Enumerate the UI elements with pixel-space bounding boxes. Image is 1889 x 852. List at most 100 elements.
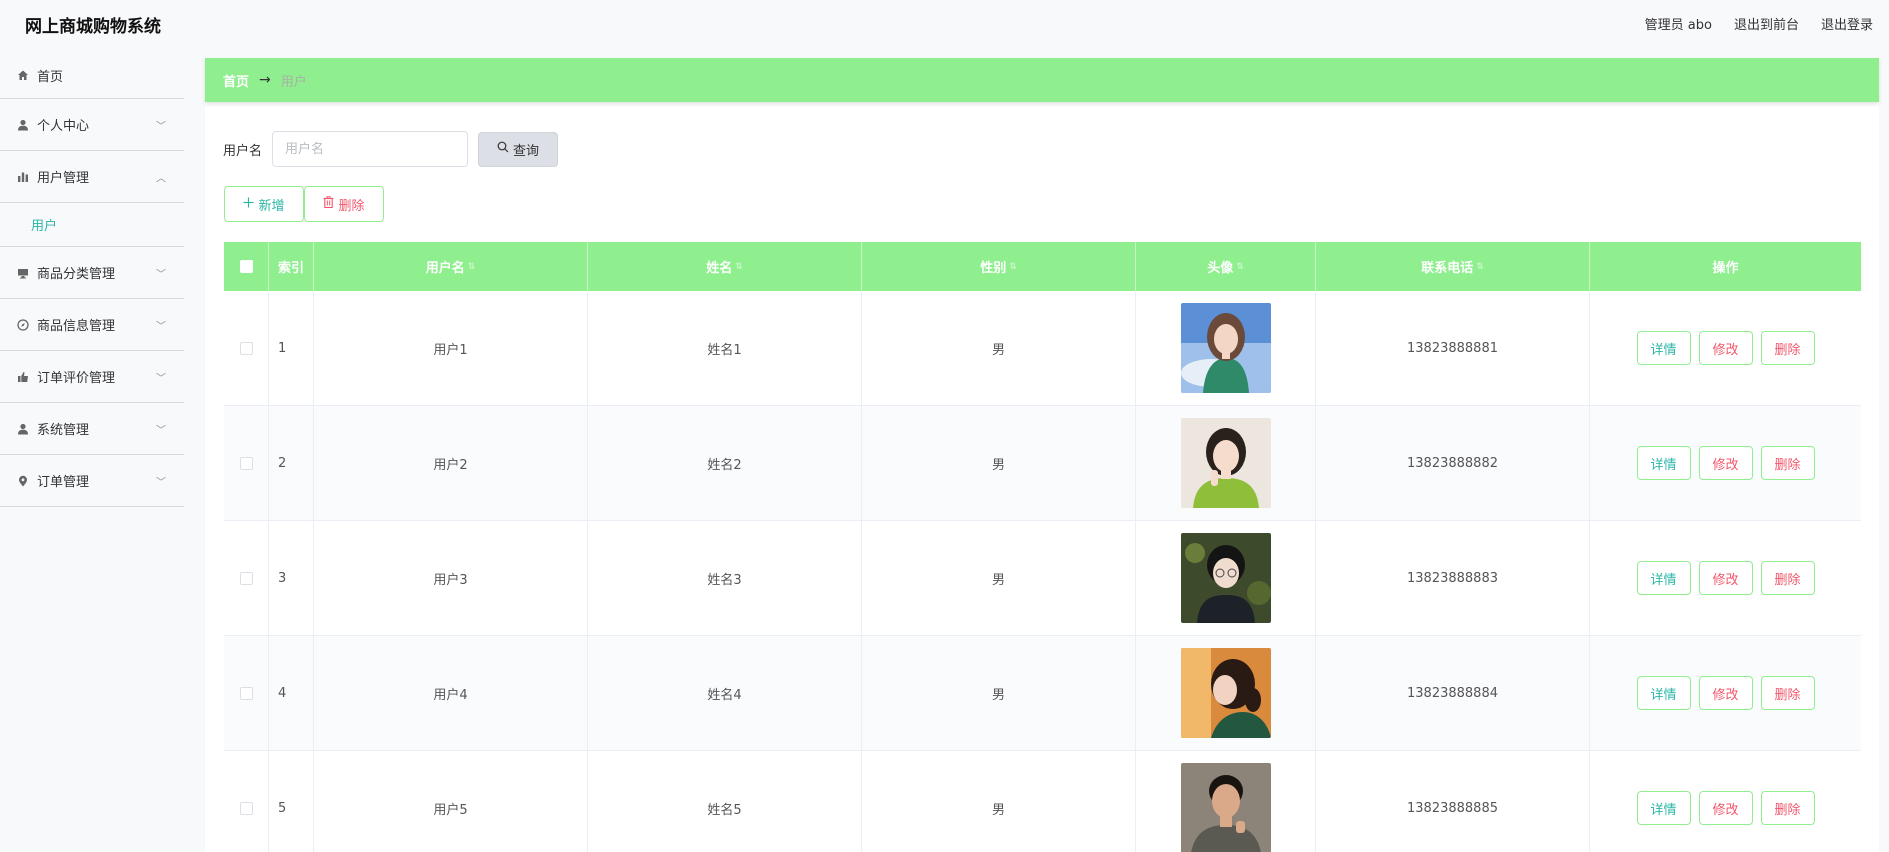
sidebar: 首页 个人中心 ﹀ 用户管理 ︿ 用户 商品分类管理 ﹀ 商品信息管理 ﹀ 订单… xyxy=(0,52,184,507)
select-all-cell xyxy=(224,242,269,291)
detail-button[interactable]: 详情 xyxy=(1636,446,1691,480)
row-phone: 13823888885 xyxy=(1316,751,1590,852)
sidebar-item-personal-center[interactable]: 个人中心 ﹀ xyxy=(0,99,184,151)
row-name: 姓名4 xyxy=(588,636,862,750)
row-checkbox[interactable] xyxy=(239,456,253,470)
edit-button[interactable]: 修改 xyxy=(1698,561,1753,595)
add-button[interactable]: 新增 xyxy=(224,186,304,222)
row-phone: 13823888881 xyxy=(1316,291,1590,405)
exit-to-front-link[interactable]: 退出到前台 xyxy=(1734,14,1799,33)
sidebar-item-system-management[interactable]: 系统管理 ﹀ xyxy=(0,403,184,455)
col-phone[interactable]: 联系电话 ⇅ xyxy=(1316,242,1590,291)
search-icon xyxy=(497,141,509,157)
col-username[interactable]: 用户名 ⇅ xyxy=(314,242,588,291)
sidebar-item-label: 系统管理 xyxy=(37,423,90,438)
compass-icon xyxy=(17,318,29,331)
plus-icon xyxy=(243,197,254,212)
row-checkbox[interactable] xyxy=(239,571,253,585)
avatar[interactable] xyxy=(1180,303,1271,393)
row-actions: 详情 修改 删除 xyxy=(1590,751,1861,852)
col-actions: 操作 xyxy=(1712,261,1739,276)
row-select-cell xyxy=(224,751,269,852)
chevron-up-icon: ︿ xyxy=(156,173,166,184)
row-gender: 男 xyxy=(862,291,1136,405)
sidebar-item-product-management[interactable]: 商品信息管理 ﹀ xyxy=(0,299,184,351)
detail-button[interactable]: 详情 xyxy=(1636,561,1691,595)
chevron-down-icon: ﹀ xyxy=(156,269,166,280)
table-row: 5 用户5 姓名5 男 13823888885 详情 修改 删除 xyxy=(224,751,1861,852)
col-phone-label: 联系电话 xyxy=(1421,261,1474,276)
table-row: 3 用户3 姓名3 男 13823888883 详情 修改 删除 xyxy=(224,521,1861,636)
logout-link[interactable]: 退出登录 xyxy=(1821,14,1873,33)
avatar[interactable] xyxy=(1180,763,1271,852)
user-icon xyxy=(17,423,29,435)
row-checkbox[interactable] xyxy=(239,686,253,700)
row-select-cell xyxy=(224,636,269,750)
trash-icon xyxy=(323,196,334,212)
search-form: 用户名 查询 xyxy=(223,131,559,167)
username-search-input[interactable] xyxy=(272,131,469,167)
delete-button[interactable]: 删除 xyxy=(1760,791,1815,825)
chevron-down-icon: ﹀ xyxy=(156,121,166,132)
edit-button[interactable]: 修改 xyxy=(1698,446,1753,480)
row-username: 用户4 xyxy=(314,636,588,750)
delete-button[interactable]: 删除 xyxy=(1760,561,1815,595)
admin-label[interactable]: 管理员 abo xyxy=(1645,14,1712,33)
breadcrumb-home[interactable]: 首页 xyxy=(223,71,249,90)
row-select-cell xyxy=(224,291,269,405)
avatar[interactable] xyxy=(1180,418,1271,508)
row-actions: 详情 修改 删除 xyxy=(1590,636,1861,750)
app-title: 网上商城购物系统 xyxy=(25,17,161,37)
delete-button[interactable]: 删除 xyxy=(1760,676,1815,710)
sidebar-item-home[interactable]: 首页 xyxy=(0,52,184,99)
delete-button[interactable]: 删除 xyxy=(1760,331,1815,365)
edit-button[interactable]: 修改 xyxy=(1698,791,1753,825)
table-row: 1 用户1 姓名1 男 13823888881 详情 修改 删除 xyxy=(224,291,1861,406)
sidebar-item-review-management[interactable]: 订单评价管理 ﹀ xyxy=(0,351,184,403)
row-actions: 详情 修改 删除 xyxy=(1590,406,1861,520)
col-avatar[interactable]: 头像 ⇅ xyxy=(1136,242,1316,291)
search-button[interactable]: 查询 xyxy=(478,131,559,167)
row-gender: 男 xyxy=(862,751,1136,852)
col-name[interactable]: 姓名 ⇅ xyxy=(588,242,862,291)
row-avatar-cell xyxy=(1136,291,1316,405)
delete-button[interactable]: 删除 xyxy=(1760,446,1815,480)
sidebar-item-label: 用户管理 xyxy=(37,171,90,186)
row-actions: 详情 修改 删除 xyxy=(1590,521,1861,635)
search-button-label: 查询 xyxy=(513,143,540,159)
table-row: 4 用户4 姓名4 男 13823888884 详情 修改 删除 xyxy=(224,636,1861,751)
sidebar-item-order-management[interactable]: 订单管理 ﹀ xyxy=(0,455,184,507)
sidebar-item-user-management[interactable]: 用户管理 ︿ xyxy=(0,151,184,203)
detail-button[interactable]: 详情 xyxy=(1636,791,1691,825)
col-index: 索引 xyxy=(269,242,314,291)
avatar[interactable] xyxy=(1180,648,1271,738)
edit-button[interactable]: 修改 xyxy=(1698,676,1753,710)
batch-delete-label: 删除 xyxy=(338,198,365,214)
batch-delete-button[interactable]: 删除 xyxy=(304,186,384,222)
top-bar: 网上商城购物系统 管理员 abo 退出到前台 退出登录 xyxy=(0,0,1889,44)
select-all-checkbox[interactable] xyxy=(239,260,253,273)
breadcrumb: 首页 → 用户 xyxy=(205,58,1879,102)
add-button-label: 新增 xyxy=(258,198,285,214)
row-avatar-cell xyxy=(1136,521,1316,635)
row-select-cell xyxy=(224,406,269,520)
sidebar-item-label: 商品分类管理 xyxy=(37,267,116,282)
sidebar-subitem-users[interactable]: 用户 xyxy=(0,203,184,247)
table-row: 2 用户2 姓名2 男 13823888882 详情 修改 删除 xyxy=(224,406,1861,521)
sidebar-item-category-management[interactable]: 商品分类管理 ﹀ xyxy=(0,247,184,299)
detail-button[interactable]: 详情 xyxy=(1636,331,1691,365)
avatar[interactable] xyxy=(1180,533,1271,623)
row-checkbox[interactable] xyxy=(239,801,253,815)
row-gender: 男 xyxy=(862,636,1136,750)
sort-icon: ⇅ xyxy=(735,261,743,272)
detail-button[interactable]: 详情 xyxy=(1636,676,1691,710)
sidebar-item-label: 商品信息管理 xyxy=(37,319,116,334)
row-checkbox[interactable] xyxy=(239,341,253,355)
edit-button[interactable]: 修改 xyxy=(1698,331,1753,365)
col-avatar-label: 头像 xyxy=(1207,261,1234,276)
row-name: 姓名1 xyxy=(588,291,862,405)
chevron-down-icon: ﹀ xyxy=(156,373,166,384)
col-gender[interactable]: 性别 ⇅ xyxy=(862,242,1136,291)
row-name: 姓名5 xyxy=(588,751,862,852)
row-avatar-cell xyxy=(1136,751,1316,852)
